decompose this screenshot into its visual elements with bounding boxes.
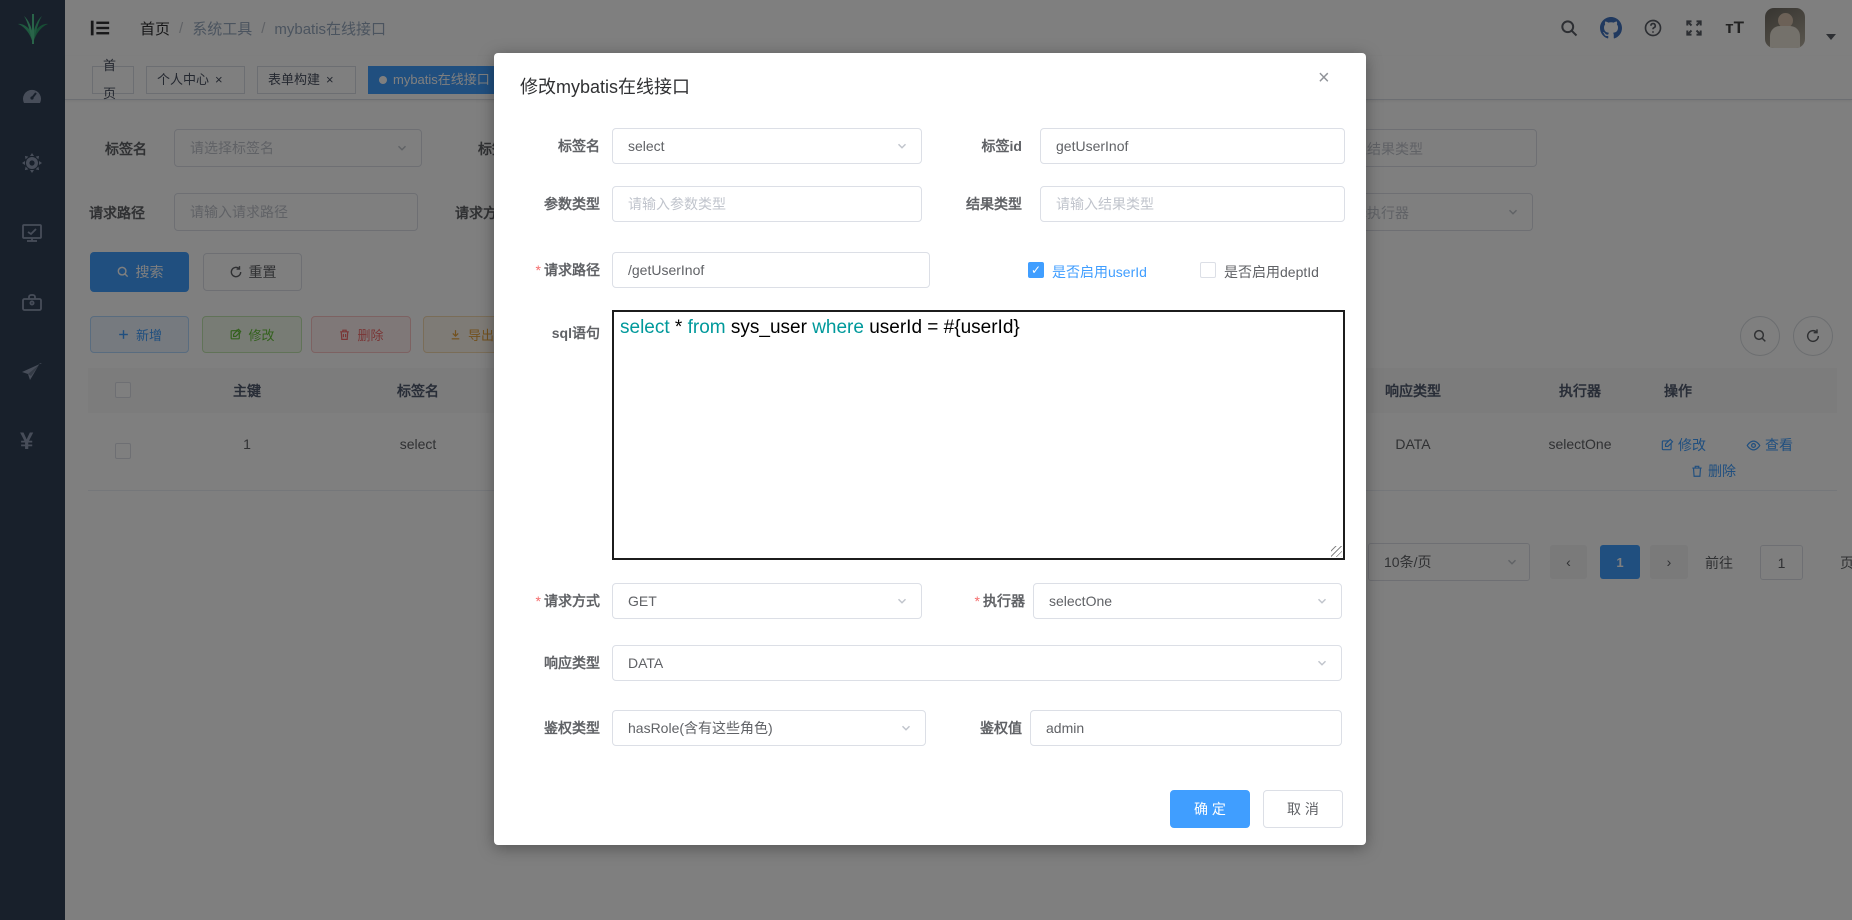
- resize-handle[interactable]: [1331, 546, 1342, 557]
- userid-checkbox[interactable]: ✓: [1028, 262, 1044, 278]
- param-type-label: 参数类型: [494, 194, 600, 214]
- chevron-down-icon: [1315, 656, 1329, 670]
- method-label: *请求方式: [494, 591, 600, 611]
- result-type-input[interactable]: 请输入结果类型: [1040, 186, 1345, 222]
- tag-id-label: 标签id: [894, 136, 1022, 156]
- close-icon[interactable]: ×: [1318, 67, 1330, 90]
- result-type-label: 结果类型: [894, 194, 1022, 214]
- auth-type-label: 鉴权类型: [494, 718, 600, 738]
- dialog-title: 修改mybatis在线接口: [520, 73, 690, 99]
- cancel-button[interactable]: 取 消: [1263, 790, 1343, 828]
- executor-label: *执行器: [889, 591, 1025, 611]
- sql-editor[interactable]: select * from sys_user where userId = #{…: [612, 310, 1345, 560]
- param-type-input[interactable]: 请输入参数类型: [612, 186, 922, 222]
- auth-type-select[interactable]: hasRole(含有这些角色): [612, 710, 926, 746]
- method-select[interactable]: GET: [612, 583, 922, 619]
- tag-name-label: 标签名: [494, 136, 600, 156]
- userid-checkbox-label[interactable]: 是否启用userId: [1052, 262, 1147, 282]
- chevron-down-icon: [1315, 594, 1329, 608]
- executor-select[interactable]: selectOne: [1033, 583, 1342, 619]
- tag-name-select[interactable]: select: [612, 128, 922, 164]
- path-label: *请求路径: [494, 260, 600, 280]
- tag-id-input[interactable]: getUserInof: [1040, 128, 1345, 164]
- deptid-checkbox-label[interactable]: 是否启用deptId: [1224, 262, 1319, 282]
- confirm-button[interactable]: 确 定: [1170, 790, 1250, 828]
- edit-mybatis-dialog: 修改mybatis在线接口 × 标签名 select 标签id getUserI…: [494, 53, 1366, 845]
- auth-value-input[interactable]: admin: [1030, 710, 1342, 746]
- resp-type-label: 响应类型: [494, 653, 600, 673]
- path-input[interactable]: /getUserInof: [612, 252, 930, 288]
- auth-value-label: 鉴权值: [886, 718, 1022, 738]
- deptid-checkbox[interactable]: [1200, 262, 1216, 278]
- resp-type-select[interactable]: DATA: [612, 645, 1342, 681]
- sql-label: sql语句: [494, 323, 600, 343]
